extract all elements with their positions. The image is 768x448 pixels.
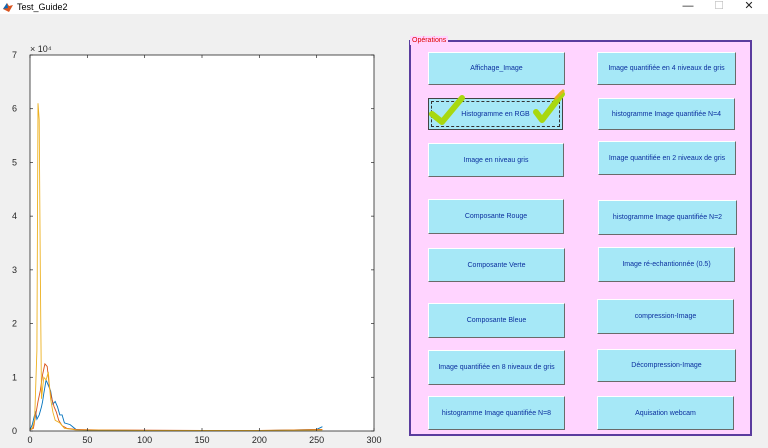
maximize-button[interactable]: ☐	[706, 0, 732, 14]
histogram-n8-button[interactable]: histogramme Image quantifiée N=8	[428, 396, 565, 430]
x-tick-label: 150	[194, 435, 209, 445]
plot-background	[30, 55, 374, 431]
operations-panel-title: Opérations	[410, 36, 449, 45]
affichage-image-button[interactable]: Affichage_Image	[428, 52, 565, 85]
x-tick-label: 300	[366, 435, 381, 445]
histogram-n2-button[interactable]: histogramme Image quantifiée N=2	[598, 200, 737, 235]
y-exponent-label: × 10⁴	[30, 44, 52, 54]
green-component-button[interactable]: Composante Verte	[428, 248, 565, 282]
x-tick-label: 250	[309, 435, 324, 445]
window-title: Test_Guide2	[17, 2, 68, 12]
y-tick-label: 2	[12, 319, 17, 329]
quantize-8-levels-button[interactable]: Image quantifiée en 8 niveaux de gris	[428, 350, 565, 385]
x-tick-label: 0	[27, 435, 32, 445]
histogram-n4-button[interactable]: histogramme Image quantifiée N=4	[598, 98, 735, 130]
matlab-app-icon	[3, 3, 13, 12]
checkmark-annotation-icon	[429, 95, 465, 125]
red-component-button[interactable]: Composante Rouge	[428, 199, 564, 234]
minimize-button[interactable]: —	[675, 0, 701, 14]
y-tick-label: 3	[12, 265, 17, 275]
resample-button[interactable]: Image ré-echantionnée (0.5)	[598, 247, 735, 282]
x-tick-label: 50	[82, 435, 92, 445]
window-titlebar: Test_Guide2 — ☐ ✕	[0, 0, 768, 14]
y-tick-label: 5	[12, 157, 17, 167]
y-tick-label: 6	[12, 104, 17, 114]
quantize-4-levels-button[interactable]: Image quantifiée en 4 niveaux de gris	[597, 52, 736, 85]
blue-component-button[interactable]: Composante Bleue	[428, 303, 565, 338]
close-button[interactable]: ✕	[736, 0, 762, 14]
checkmark-annotation-icon	[533, 89, 565, 123]
histogram-axes: 0 50 100 150 200 250 300 0 1 2 3 4 5 6 7 × 10⁴	[12, 44, 382, 445]
compression-image-button[interactable]: compression-Image	[597, 299, 734, 334]
x-tick-label: 100	[137, 435, 152, 445]
grayscale-image-button[interactable]: Image en niveau gris	[428, 143, 564, 177]
decompression-image-button[interactable]: Décompression-Image	[597, 349, 736, 382]
x-tick-label: 200	[252, 435, 267, 445]
y-tick-label: 0	[12, 426, 17, 436]
quantize-2-levels-button[interactable]: Image quantifiée en 2 niveaux de gris	[598, 141, 736, 175]
webcam-acquisition-button[interactable]: Aquisation webcam	[597, 396, 734, 430]
y-tick-label: 7	[12, 50, 17, 60]
y-tick-label: 1	[12, 372, 17, 382]
y-tick-label: 4	[12, 211, 17, 221]
